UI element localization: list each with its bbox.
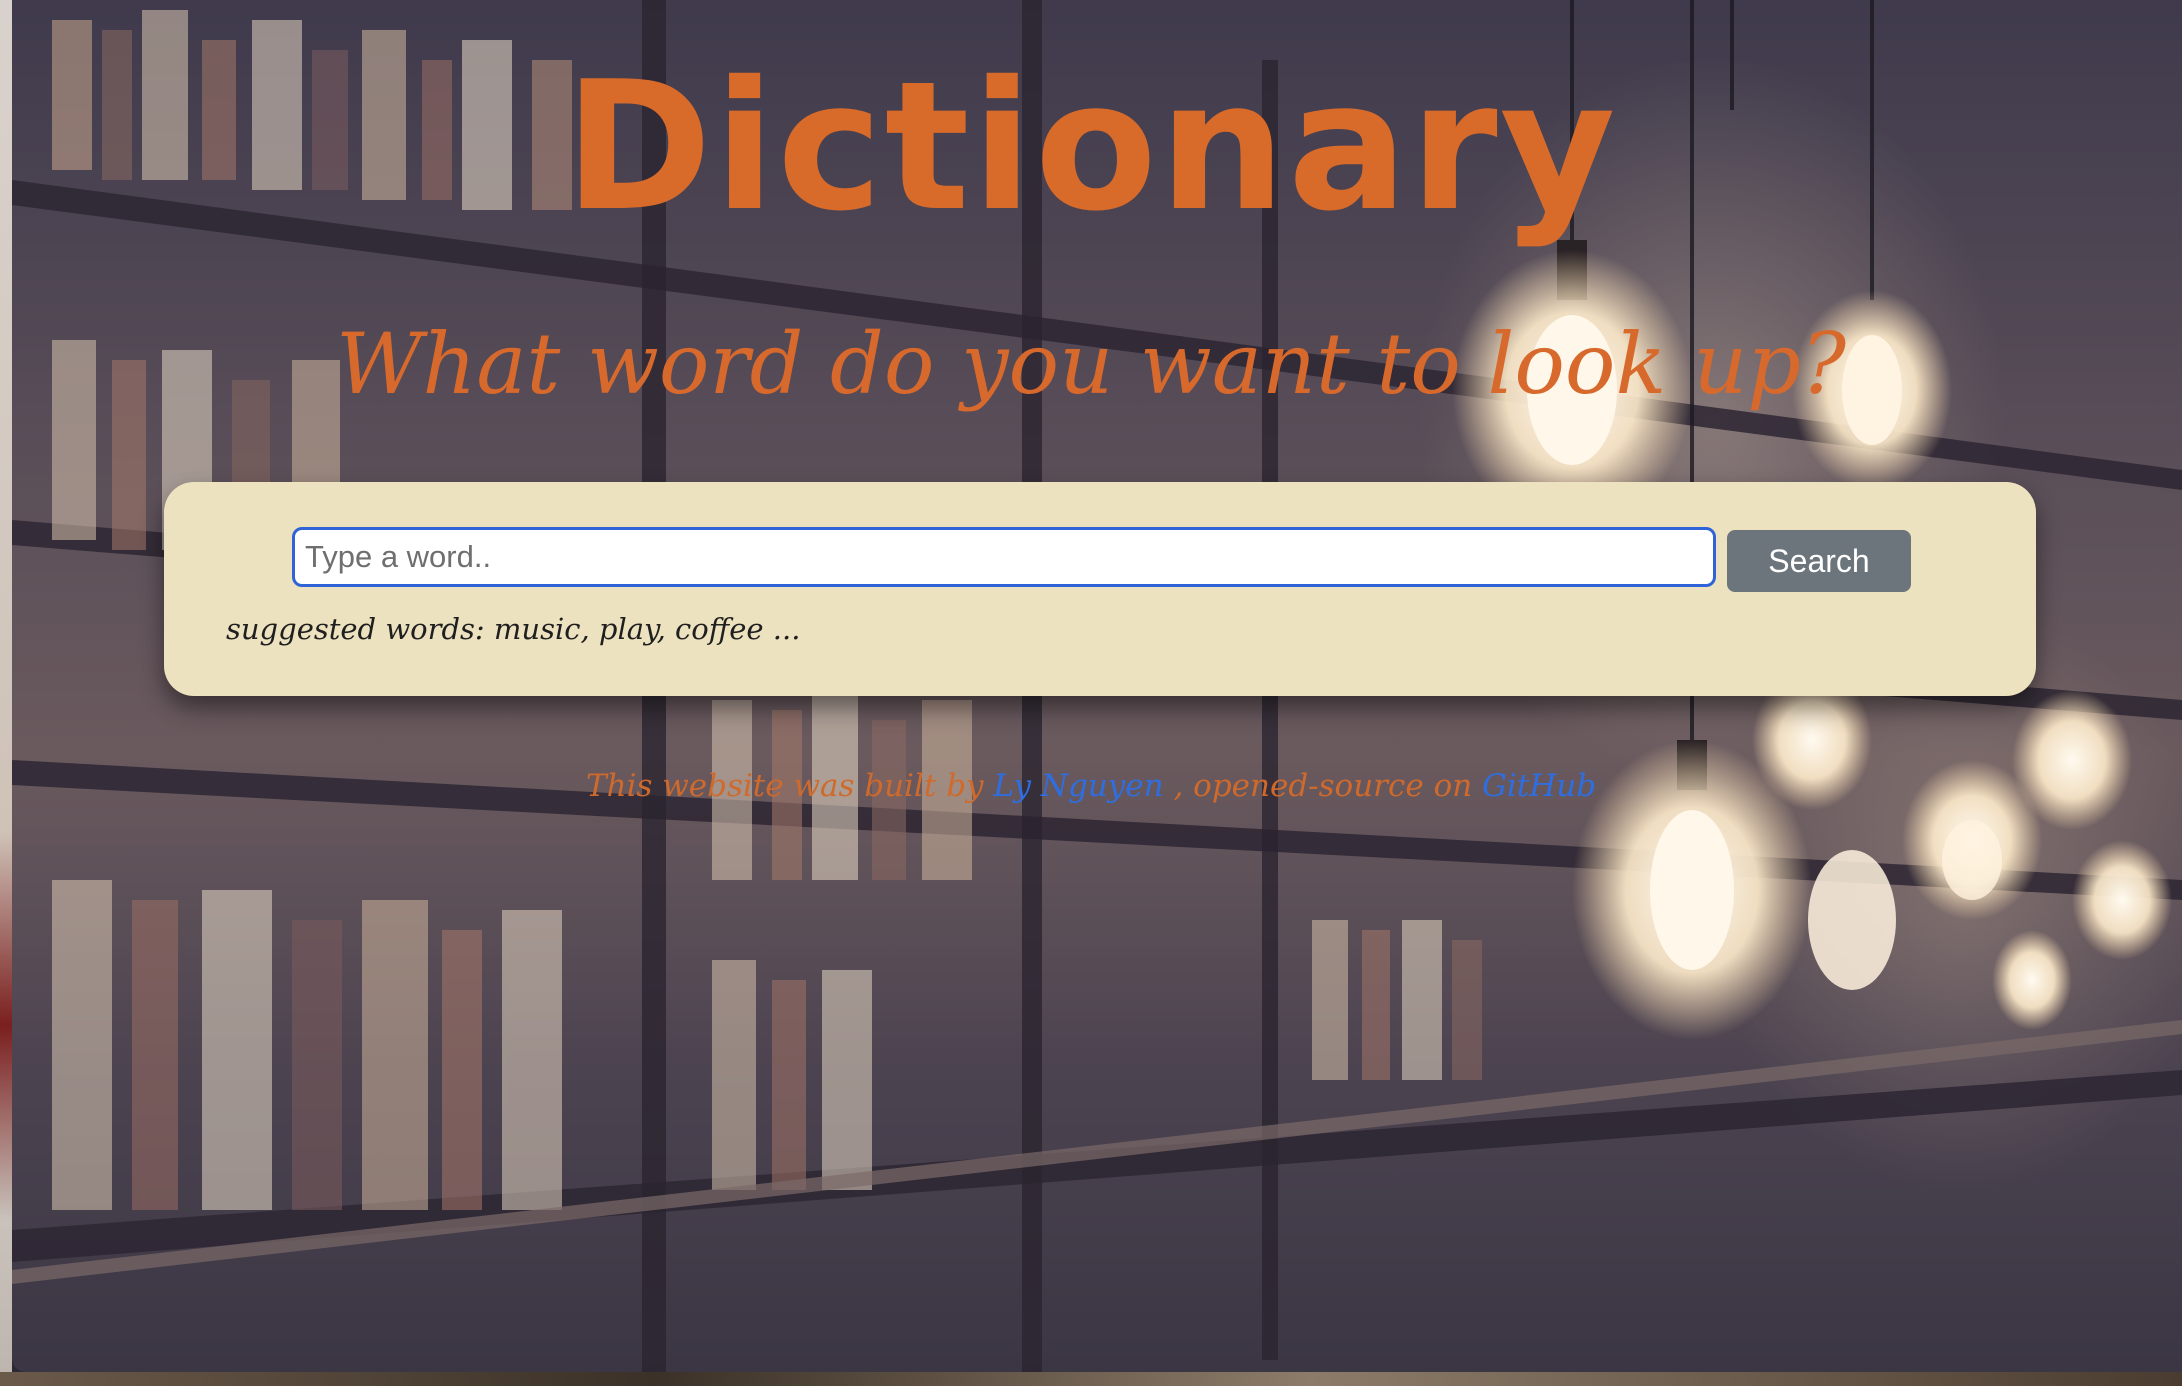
desktop-background-strip-bottom bbox=[0, 1372, 2182, 1386]
suggested-words: suggested words: music, play, coffee ... bbox=[226, 612, 801, 646]
search-input[interactable] bbox=[292, 527, 1716, 587]
page-subtitle: What word do you want to look up? bbox=[335, 315, 1847, 413]
footer-credit: This website was built by Ly Nguyen , op… bbox=[0, 768, 2182, 804]
footer-prefix: This website was built by bbox=[585, 768, 984, 804]
footer-middle: , opened-source on bbox=[1173, 768, 1473, 804]
author-link[interactable]: Ly Nguyen bbox=[993, 768, 1163, 804]
search-card: Search suggested words: music, play, cof… bbox=[164, 482, 2036, 696]
search-button[interactable]: Search bbox=[1727, 530, 1911, 592]
github-link[interactable]: GitHub bbox=[1482, 768, 1596, 804]
page-title: Dictionary bbox=[564, 43, 1618, 250]
